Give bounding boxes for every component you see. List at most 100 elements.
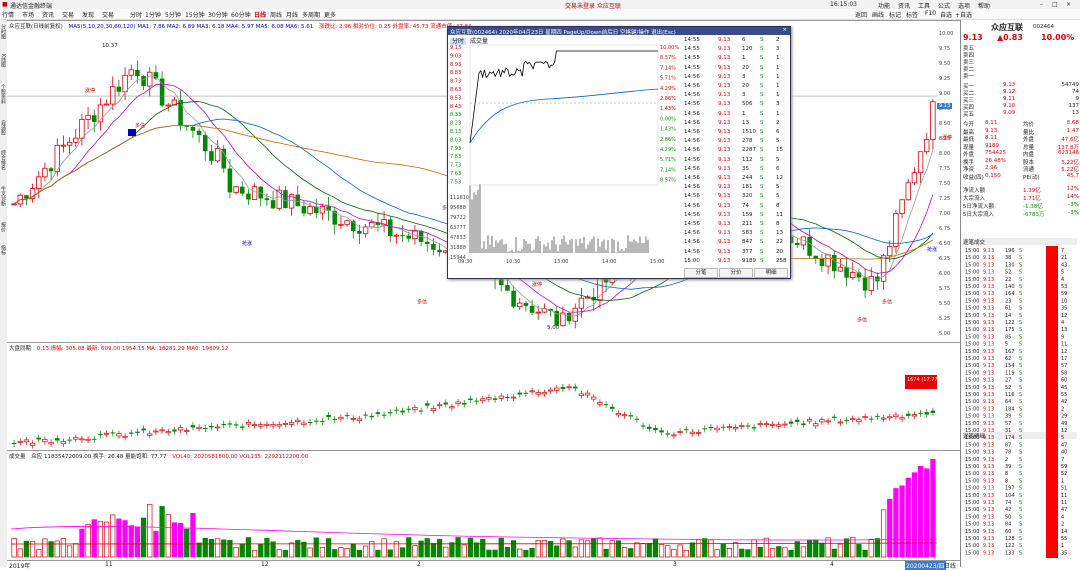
index-candle bbox=[307, 419, 313, 427]
detail-cell: 15:00 bbox=[965, 464, 979, 470]
detail-cell: 15:00 bbox=[965, 500, 979, 506]
volume-bar bbox=[665, 545, 671, 558]
tick-cell: 5 bbox=[776, 184, 780, 191]
volume-bar bbox=[245, 537, 252, 558]
volume-bar bbox=[196, 542, 202, 558]
volume-bar bbox=[572, 546, 578, 558]
detail-cell: 87 bbox=[1005, 442, 1011, 448]
left-tab-rank[interactable]: 综合排名 bbox=[0, 150, 7, 170]
menu-item-market[interactable]: 市场 bbox=[22, 10, 34, 19]
left-tab-intraday[interactable]: 分时图 bbox=[0, 24, 7, 39]
period-monthly[interactable]: 月线 bbox=[286, 10, 298, 19]
period-1min[interactable]: 1分钟 bbox=[145, 10, 161, 19]
popup-title-bar[interactable]: 众应互联(002464) 2020年04月23日 星期四 PageUp/Down… bbox=[448, 27, 790, 36]
left-tab-kline[interactable]: K线图 bbox=[0, 54, 7, 67]
index-candle bbox=[394, 406, 399, 414]
popup-pct-label: 5.71% bbox=[660, 157, 676, 163]
volume-bar bbox=[362, 545, 369, 558]
menu-item-news[interactable]: 资讯 bbox=[42, 10, 54, 19]
candle bbox=[214, 139, 221, 163]
detail-cell: S bbox=[1019, 291, 1022, 297]
index-candle bbox=[505, 394, 510, 402]
volume-bar bbox=[313, 537, 319, 558]
menu-item-trade[interactable]: 交易 bbox=[62, 10, 74, 19]
detail-cell: S bbox=[1019, 457, 1022, 463]
volume-bar bbox=[258, 544, 264, 558]
left-tab-profile[interactable]: 个股资料 bbox=[0, 84, 7, 104]
back-button[interactable]: 返回 bbox=[855, 10, 867, 19]
detail-cell: 9.13 bbox=[983, 442, 994, 448]
period-intraday[interactable]: 分时 bbox=[130, 10, 142, 19]
detail-cell: 8 bbox=[1005, 471, 1008, 477]
watchlist-button[interactable]: 自选 bbox=[940, 10, 952, 19]
index-candle bbox=[609, 403, 615, 412]
signal-label: 抢涨 bbox=[242, 240, 252, 247]
period-weekly[interactable]: 周线 bbox=[270, 10, 282, 19]
mark-button[interactable]: 标记 bbox=[889, 10, 901, 19]
volume-panel[interactable]: 成交量 众应 11835472009.00 换手: 26.48 量能饱和: 77… bbox=[7, 450, 960, 570]
volume-chart[interactable] bbox=[7, 459, 960, 559]
candle bbox=[338, 215, 344, 229]
close-icon[interactable]: × bbox=[1066, 1, 1071, 8]
popup-intraday-chart[interactable]: 9.13 9.03 8.93 8.83 8.73 8.63 8.53 8.43 8.33 8.23… bbox=[448, 43, 684, 265]
volume-bar bbox=[202, 537, 208, 558]
tick-cell: 9.13 bbox=[718, 129, 731, 135]
detail-cell: 9.13 bbox=[983, 327, 994, 333]
candle bbox=[85, 106, 91, 130]
volume-bar bbox=[473, 542, 480, 558]
index-candle bbox=[887, 413, 893, 421]
detail-cell: S bbox=[1019, 442, 1022, 448]
flow-pct: 14% bbox=[1066, 194, 1079, 200]
menu-item-trade2[interactable]: 交易 bbox=[102, 10, 114, 19]
tick-cell: 1 bbox=[776, 55, 780, 62]
detail-cell: 42 bbox=[1005, 507, 1011, 513]
popup-btn-tick[interactable]: 分笔 bbox=[684, 268, 718, 278]
index-candle bbox=[177, 424, 184, 433]
maximize-icon[interactable]: □ bbox=[1052, 1, 1058, 8]
popup-btn-detail[interactable]: 明细 bbox=[754, 268, 788, 278]
popup-close-icon[interactable]: × bbox=[782, 27, 787, 33]
volume-bar bbox=[677, 544, 683, 558]
index-panel[interactable]: 大盘同期 0.13 振幅: 305.08 最新: 609.00 1954.15 … bbox=[7, 342, 982, 451]
period-15min[interactable]: 15分钟 bbox=[185, 10, 205, 19]
index-candle bbox=[214, 423, 221, 431]
tick-cell: 14:55 bbox=[684, 55, 700, 62]
price-change: ▲0.83 bbox=[997, 33, 1023, 42]
period-multi[interactable]: 多周期 bbox=[302, 10, 320, 19]
index-chart[interactable]: 1674 (17.77) bbox=[7, 351, 960, 451]
volume-bar bbox=[560, 538, 566, 558]
detail-cell: 9.13 bbox=[983, 298, 994, 304]
left-tab-quote[interactable]: 报价 bbox=[0, 222, 7, 232]
menu-item-discover[interactable]: 发现 bbox=[82, 10, 94, 19]
f10-button[interactable]: F10 bbox=[925, 10, 936, 17]
draw-button[interactable]: 画线 bbox=[872, 10, 884, 19]
candle bbox=[319, 204, 326, 220]
left-tab-watch[interactable]: 自选股 bbox=[0, 120, 7, 135]
tick-cell: 15:00 bbox=[684, 257, 700, 264]
left-tab-indicator[interactable]: 指标 bbox=[0, 245, 7, 255]
buy-row: 买四 9.10 137 bbox=[963, 103, 1079, 111]
period-60min[interactable]: 60分钟 bbox=[231, 10, 251, 19]
candle bbox=[332, 206, 338, 235]
intraday-popup[interactable]: 众应互联(002464) 2020年04月23日 星期四 PageUp/Down… bbox=[447, 26, 791, 279]
candle bbox=[233, 185, 239, 195]
period-more[interactable]: 更多 bbox=[324, 10, 336, 19]
period-5min[interactable]: 5分钟 bbox=[165, 10, 181, 19]
period-daily[interactable]: 日线 bbox=[254, 10, 266, 19]
minimize-icon[interactable]: – bbox=[1040, 1, 1043, 8]
tick-cell: 14:56 bbox=[684, 73, 700, 80]
detail-cell: 15:00 bbox=[965, 291, 979, 297]
period-30min[interactable]: 30分钟 bbox=[208, 10, 228, 19]
index-candle bbox=[153, 428, 159, 436]
menu-item-quotes[interactable]: 行情 bbox=[2, 10, 14, 19]
popup-btn-price[interactable]: 分价 bbox=[719, 268, 753, 278]
index-candle bbox=[757, 420, 763, 428]
left-tab-diagnosis[interactable]: 牛叉诊断 bbox=[0, 186, 7, 206]
tick-cell: 3 bbox=[742, 92, 746, 99]
detail-cell: S bbox=[1019, 421, 1022, 427]
sell-row: 卖二 bbox=[963, 65, 1079, 73]
tag-button[interactable]: 标签 bbox=[906, 10, 918, 19]
detail-cell: 9.13 bbox=[983, 493, 994, 499]
tick-cell: 14:55 bbox=[684, 37, 700, 43]
add-watchlist-button[interactable]: +自选 bbox=[955, 10, 972, 19]
